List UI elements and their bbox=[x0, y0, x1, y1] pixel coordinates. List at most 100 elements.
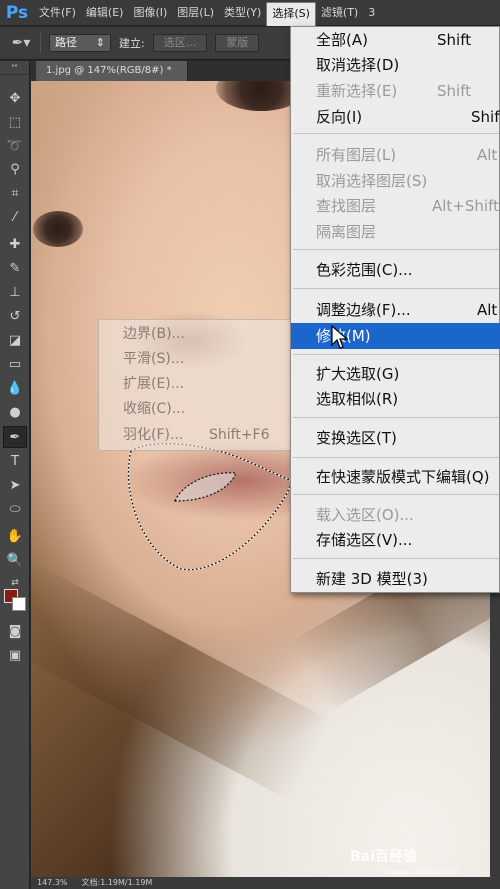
menu-item-all-layers: 所有图层(L) Alt bbox=[291, 142, 500, 168]
submenu-contract[interactable]: 收缩(C)... bbox=[99, 397, 293, 422]
menu-item-label: 选取相似(R) bbox=[316, 390, 399, 408]
menu-type[interactable]: 类型(Y) bbox=[219, 0, 266, 26]
menu-item-grow[interactable]: 扩大选取(G) bbox=[291, 361, 500, 387]
type-icon[interactable]: T bbox=[3, 450, 27, 472]
menu-separator bbox=[293, 558, 499, 559]
menu-item-refine-edge[interactable]: 调整边缘(F)... Alt bbox=[291, 297, 500, 323]
menu-item-color-range[interactable]: 色彩范围(C)... bbox=[291, 257, 500, 283]
menu-item-label: 全部(A) bbox=[316, 31, 368, 49]
divider bbox=[40, 33, 41, 53]
eyedropper-icon[interactable]: ⁄ bbox=[3, 206, 27, 228]
menu-item-transform-selection[interactable]: 变换选区(T) bbox=[291, 425, 500, 451]
menu-item-save-selection[interactable]: 存储选区(V)... bbox=[291, 527, 500, 553]
menu-item-deselect[interactable]: 取消选择(D) bbox=[291, 52, 500, 78]
watermark-url: jingyan.baidu.com bbox=[384, 867, 458, 876]
menu-item-label: 调整边缘(F)... bbox=[316, 301, 411, 319]
modify-submenu: 边界(B)... 平滑(S)... 扩展(E)... 收缩(C)... 羽化(F… bbox=[98, 319, 292, 451]
brush-icon[interactable]: ✎ bbox=[3, 257, 27, 279]
menu-item-label: 重新选择(E) bbox=[316, 82, 398, 100]
pen-mode-select[interactable]: 路径 ⇕ bbox=[49, 34, 111, 52]
menu-item-find-layers: 查找图层 Alt+Shift bbox=[291, 193, 500, 219]
clone-stamp-icon[interactable]: ⊥ bbox=[3, 281, 27, 303]
menu-item-deselect-layers: 取消选择图层(S) bbox=[291, 168, 500, 194]
menu-item-label: 取消选择图层(S) bbox=[316, 172, 428, 190]
menu-bar: Ps 文件(F) 编辑(E) 图像(I) 图层(L) 类型(Y) 选择(S) 滤… bbox=[0, 0, 500, 26]
menu-filter[interactable]: 滤镜(T) bbox=[316, 0, 363, 26]
menu-separator bbox=[293, 249, 499, 250]
submenu-smooth[interactable]: 平滑(S)... bbox=[99, 347, 293, 372]
history-brush-icon[interactable]: ↺ bbox=[3, 305, 27, 327]
menu-file[interactable]: 文件(F) bbox=[34, 0, 81, 26]
menu-separator bbox=[293, 288, 499, 289]
menu-item-label: 新建 3D 模型(3) bbox=[316, 570, 428, 588]
marquee-icon[interactable]: ⬚ bbox=[3, 111, 27, 133]
make-mask-button[interactable]: 蒙版 bbox=[215, 34, 260, 52]
menu-item-load-selection: 载入选区(O)... bbox=[291, 502, 500, 528]
submenu-border[interactable]: 边界(B)... bbox=[99, 322, 293, 347]
menu-item-label: 扩大选取(G) bbox=[316, 365, 400, 383]
menu-separator bbox=[293, 457, 499, 458]
menu-item-reselect: 重新选择(E) Shift bbox=[291, 78, 500, 104]
menu-select[interactable]: 选择(S) bbox=[266, 1, 316, 26]
crop-icon[interactable]: ⌗ bbox=[3, 182, 27, 204]
background-color-swatch[interactable] bbox=[12, 597, 26, 611]
eraser-icon[interactable]: ◪ bbox=[3, 329, 27, 351]
zoom-icon[interactable]: 🔍 bbox=[3, 549, 27, 571]
menu-edit[interactable]: 编辑(E) bbox=[81, 0, 129, 26]
menu-separator bbox=[293, 354, 499, 355]
menu-item-modify[interactable]: 修改(M) bbox=[291, 323, 500, 349]
ellipse-icon[interactable]: ⬭ bbox=[3, 498, 27, 520]
pen-icon[interactable]: ✒ bbox=[3, 426, 27, 448]
quick-mask-icon[interactable]: ◙ bbox=[3, 620, 27, 642]
baidu-jingyan-watermark: Bai百经验 jingyan.baidu.com bbox=[350, 846, 490, 880]
document-tab[interactable]: 1.jpg @ 147%(RGB/8#) * bbox=[36, 61, 188, 81]
build-label: 建立: bbox=[119, 37, 145, 50]
menu-item-label: 反向(I) bbox=[316, 108, 363, 126]
hand-icon[interactable]: ✋ bbox=[3, 525, 27, 547]
lasso-icon[interactable]: ➰ bbox=[3, 135, 27, 157]
menu-item-label: 变换选区(T) bbox=[316, 429, 397, 447]
path-select-icon[interactable]: ➤ bbox=[3, 474, 27, 496]
panel-grip[interactable]: ▪▪ bbox=[0, 61, 29, 75]
dodge-icon[interactable]: ● bbox=[3, 401, 27, 423]
menu-separator bbox=[293, 494, 499, 495]
menu-item-shortcut: Alt bbox=[477, 146, 498, 164]
menu-item-shortcut: Alt+Shift bbox=[432, 197, 499, 215]
submenu-shortcut: Shift+F6 bbox=[209, 427, 270, 443]
mouse-cursor-icon bbox=[331, 325, 349, 349]
menu-item-all[interactable]: 全部(A) Shift bbox=[291, 27, 500, 53]
move-icon[interactable]: ✥ bbox=[3, 87, 27, 109]
menu-item-label: 存储选区(V)... bbox=[316, 531, 413, 549]
menu-item-new-3d-model[interactable]: 新建 3D 模型(3) bbox=[291, 566, 500, 592]
blur-icon[interactable]: 💧 bbox=[3, 377, 27, 399]
menu-item-similar[interactable]: 选取相似(R) bbox=[291, 386, 500, 412]
menu-3d[interactable]: 3 bbox=[363, 0, 380, 26]
menu-item-label: 查找图层 bbox=[316, 197, 377, 215]
document-size: 文档:1.19M/1.19M bbox=[81, 878, 153, 887]
menu-layer[interactable]: 图层(L) bbox=[172, 0, 219, 26]
menu-item-label: 所有图层(L) bbox=[316, 146, 397, 164]
menu-item-isolate-layers: 隔离图层 bbox=[291, 219, 500, 245]
submenu-expand[interactable]: 扩展(E)... bbox=[99, 372, 293, 397]
zoom-level[interactable]: 147.3% bbox=[37, 877, 68, 889]
menu-item-shortcut: Shif bbox=[471, 108, 500, 126]
submenu-label: 收缩(C)... bbox=[123, 401, 186, 417]
menu-item-label: 在快速蒙版模式下编辑(Q) bbox=[316, 468, 490, 486]
make-selection-button[interactable]: 选区... bbox=[152, 34, 208, 52]
watermark-brand: Bai百经验 bbox=[350, 849, 417, 865]
gradient-icon[interactable]: ▭ bbox=[3, 353, 27, 375]
healing-brush-icon[interactable]: ✚ bbox=[3, 233, 27, 255]
submenu-label: 羽化(F)... bbox=[123, 427, 184, 443]
menu-item-shortcut: Shift bbox=[437, 82, 472, 100]
submenu-feather[interactable]: 羽化(F)... Shift+F6 bbox=[99, 423, 293, 448]
menu-item-inverse[interactable]: 反向(I) Shif bbox=[291, 104, 500, 130]
screen-mode-icon[interactable]: ▣ bbox=[3, 644, 27, 666]
menu-item-label: 取消选择(D) bbox=[316, 56, 400, 74]
pen-mode-value: 路径 bbox=[55, 36, 77, 49]
menu-item-quick-mask[interactable]: 在快速蒙版模式下编辑(Q) bbox=[291, 464, 500, 490]
submenu-label: 平滑(S)... bbox=[123, 351, 185, 367]
quick-select-icon[interactable]: ⚲ bbox=[3, 158, 27, 180]
menu-item-label: 隔离图层 bbox=[316, 223, 377, 241]
menu-image[interactable]: 图像(I) bbox=[128, 0, 172, 26]
pen-tool-preset-icon[interactable]: ✒▾ bbox=[10, 33, 32, 53]
